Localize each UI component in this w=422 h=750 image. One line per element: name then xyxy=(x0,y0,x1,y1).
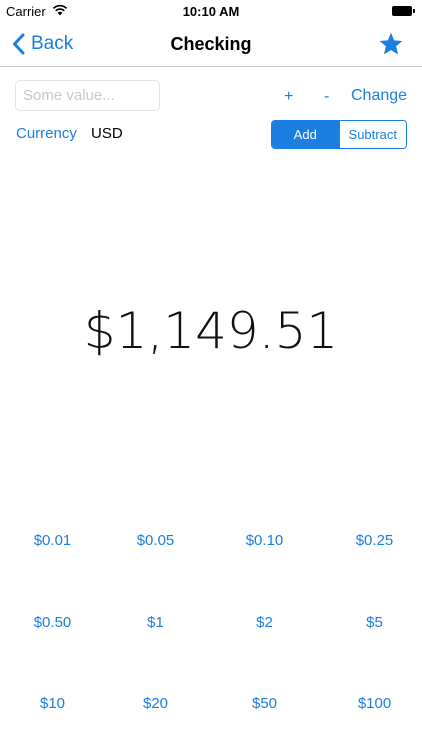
minus-button[interactable]: - xyxy=(324,88,329,106)
denomination-button[interactable]: $0.10 xyxy=(212,532,317,549)
favorite-button[interactable] xyxy=(378,31,404,57)
navigation-bar: Back Checking xyxy=(0,22,422,67)
denomination-button[interactable]: $2 xyxy=(212,614,317,631)
denomination-button[interactable]: $0.25 xyxy=(322,532,422,549)
page-title: Checking xyxy=(170,34,252,54)
add-segment[interactable]: Add xyxy=(272,121,339,148)
star-icon xyxy=(379,32,403,55)
denomination-button[interactable]: $1 xyxy=(103,614,208,631)
app-screen: Carrier 10:10 AM Back Checking Some valu… xyxy=(0,0,422,750)
mode-segmented-control: Add Subtract xyxy=(271,120,407,149)
denomination-button[interactable]: $0.05 xyxy=(103,532,208,549)
change-button[interactable]: Change xyxy=(351,87,407,105)
denomination-button[interactable]: $20 xyxy=(103,695,208,712)
battery-icon xyxy=(392,6,415,16)
denomination-button[interactable]: $50 xyxy=(212,695,317,712)
currency-button[interactable]: Currency xyxy=(16,125,77,142)
balance-amount: $1,149.51 xyxy=(83,302,339,360)
currency-code: USD xyxy=(91,125,123,142)
denomination-button[interactable]: $100 xyxy=(322,695,422,712)
status-time: 10:10 AM xyxy=(182,4,240,19)
denomination-button[interactable]: $5 xyxy=(322,614,422,631)
denomination-button[interactable]: $10 xyxy=(0,695,105,712)
subtract-segment[interactable]: Subtract xyxy=(338,121,406,148)
plus-button[interactable]: + xyxy=(284,88,293,106)
denomination-button[interactable]: $0.50 xyxy=(0,614,105,631)
denomination-button[interactable]: $0.01 xyxy=(0,532,105,549)
status-bar: Carrier 10:10 AM xyxy=(0,0,422,22)
value-input[interactable] xyxy=(15,80,160,111)
